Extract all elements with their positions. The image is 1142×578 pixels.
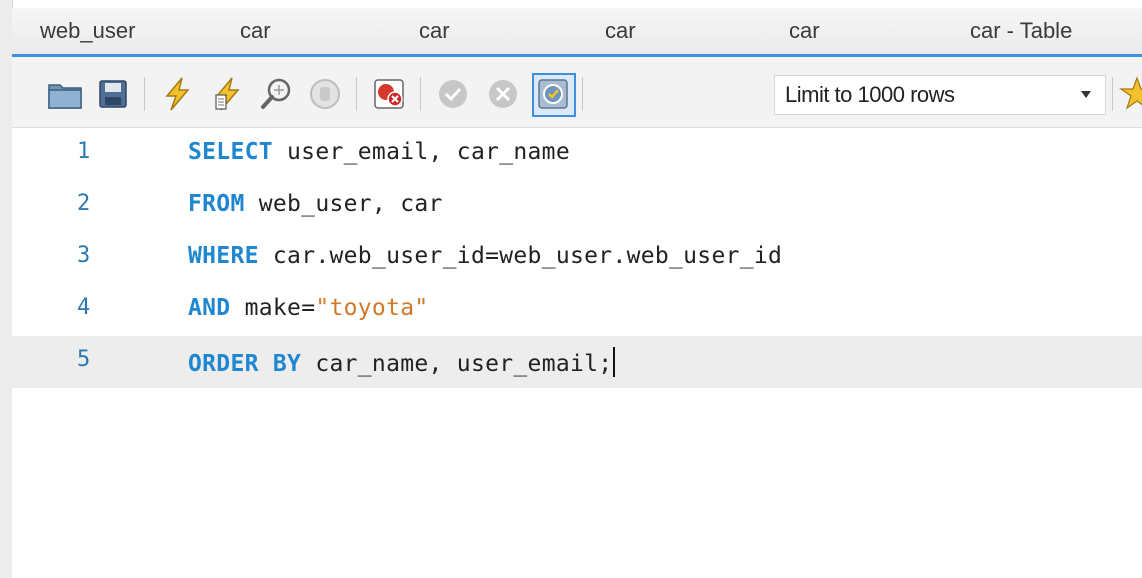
commit-icon[interactable] — [434, 75, 472, 113]
sql-text: make= — [230, 295, 316, 321]
sql-text: car.web_user_id=web_user.web_user_id — [258, 243, 783, 269]
open-folder-icon[interactable] — [46, 75, 84, 113]
code-text: AND make="toyota" — [188, 295, 429, 321]
sql-keyword: WHERE — [188, 243, 259, 269]
execute-current-icon[interactable] — [208, 75, 246, 113]
explain-icon[interactable] — [258, 75, 296, 113]
line-number: 3 — [77, 243, 91, 268]
text-cursor — [613, 347, 616, 377]
sql-keyword: FROM — [188, 191, 245, 217]
save-icon[interactable] — [94, 75, 132, 113]
code-line-1: 1 SELECT user_email, car_name — [12, 128, 1142, 180]
toolbar-separator — [1112, 77, 1113, 111]
sql-editor-toolbar: Limit to 1000 rows — [12, 57, 1142, 128]
line-number: 1 — [77, 139, 91, 164]
sql-text: web_user, car — [244, 191, 443, 217]
sql-keyword: SELECT — [188, 139, 273, 165]
autocommit-icon[interactable] — [532, 73, 576, 117]
limit-rows-label: Limit to 1000 rows — [785, 82, 955, 107]
sql-keyword: ORDER BY — [188, 351, 302, 377]
toolbar-separator — [356, 77, 357, 111]
query-tab-bar: web_user car car car car car - Table — [12, 8, 1142, 57]
chevron-down-icon — [1081, 91, 1091, 98]
toggle-error-stop-icon[interactable] — [370, 75, 408, 113]
sql-keyword: AND — [188, 295, 231, 321]
code-line-2: 2 FROM web_user, car — [12, 180, 1142, 232]
line-number: 4 — [77, 295, 91, 320]
toolbar-separator — [420, 77, 421, 111]
tab-car-2[interactable]: car — [419, 18, 450, 44]
sql-string-literal: "toyota" — [315, 295, 429, 321]
code-line-5-current: 5 ORDER BY car_name, user_email; — [12, 336, 1142, 388]
code-line-3: 3 WHERE car.web_user_id=web_user.web_use… — [12, 232, 1142, 284]
toolbar-separator — [144, 77, 145, 111]
tab-car-1[interactable]: car — [240, 18, 271, 44]
sql-editor[interactable]: 1 SELECT user_email, car_name 2 FROM web… — [12, 128, 1142, 578]
code-text: ORDER BY car_name, user_email; — [188, 347, 616, 377]
rollback-icon[interactable] — [484, 75, 522, 113]
line-number: 2 — [77, 191, 91, 216]
code-text: FROM web_user, car — [188, 191, 443, 217]
tab-web-user[interactable]: web_user — [40, 18, 135, 44]
tab-car-3[interactable]: car — [605, 18, 636, 44]
line-number: 5 — [77, 347, 91, 372]
tab-car-4[interactable]: car — [789, 18, 820, 44]
limit-rows-select[interactable]: Limit to 1000 rows — [774, 75, 1106, 115]
code-text: WHERE car.web_user_id=web_user.web_user_… — [188, 243, 782, 269]
sql-text: car_name, user_email; — [301, 351, 613, 377]
tab-car-table[interactable]: car - Table — [970, 18, 1072, 44]
execute-icon[interactable] — [158, 75, 196, 113]
code-line-4: 4 AND make="toyota" — [12, 284, 1142, 336]
beautify-icon[interactable] — [1118, 75, 1142, 113]
stop-icon[interactable] — [306, 75, 344, 113]
sql-text: user_email, car_name — [272, 139, 570, 165]
code-text: SELECT user_email, car_name — [188, 139, 570, 165]
toolbar-separator — [582, 77, 583, 111]
